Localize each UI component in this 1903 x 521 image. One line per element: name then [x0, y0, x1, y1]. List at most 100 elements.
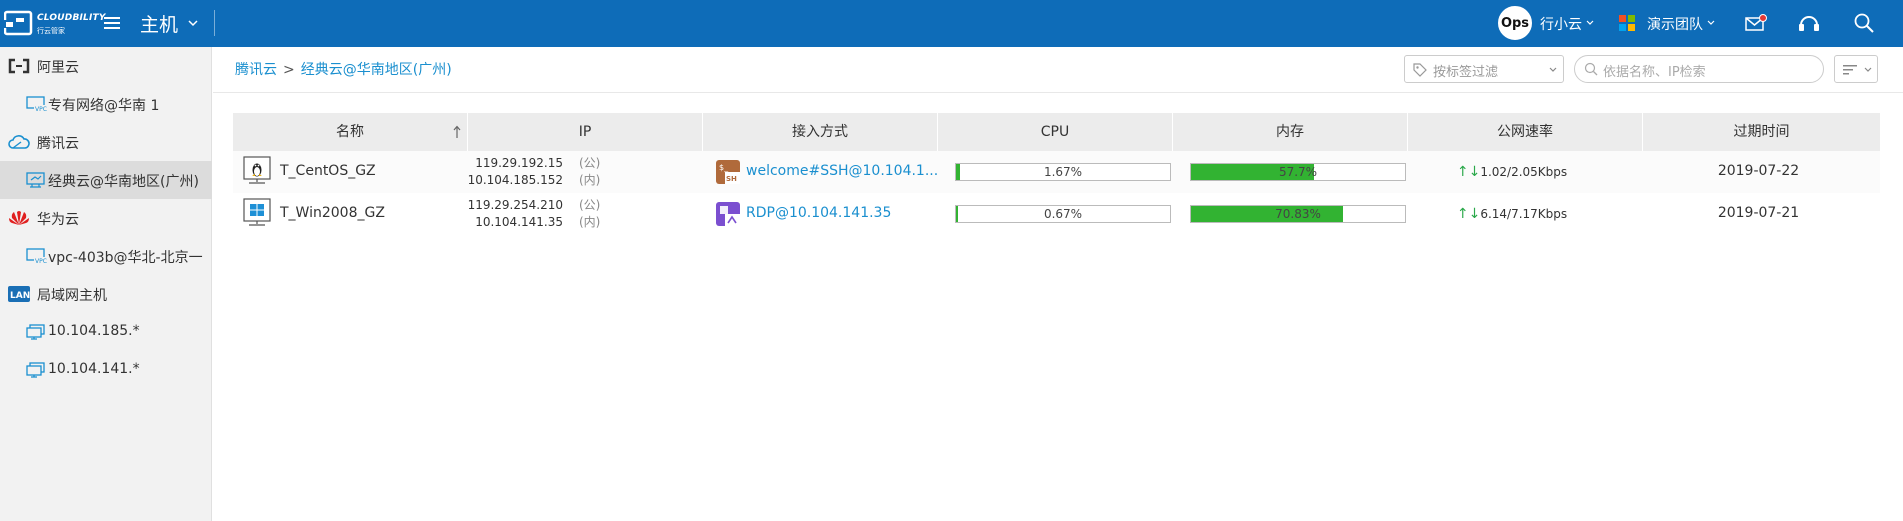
main-content: 腾讯云 > 经典云@华南地区(广州) 按标签过滤 依据名称、IP检索 名称 IP…	[213, 47, 1903, 521]
search-input[interactable]: 依据名称、IP检索	[1574, 55, 1824, 83]
team-menu[interactable]: 演示团队	[1647, 14, 1703, 34]
tag-filter-select[interactable]: 按标签过滤	[1404, 55, 1564, 83]
monitor-icon	[26, 362, 45, 378]
breadcrumb-provider[interactable]: 腾讯云	[235, 62, 277, 78]
search-icon	[1584, 62, 1598, 76]
sidebar: 阿里云 VPC 专有网络@华南 1 腾讯云 经典云@华南地区(广州) 华为云 V…	[0, 47, 212, 521]
sidebar-item-tencent[interactable]: 腾讯云	[0, 123, 212, 161]
sidebar-item-vpc-huanan[interactable]: VPC 专有网络@华南 1	[0, 85, 212, 123]
content-divider	[213, 92, 1903, 93]
column-header-cpu[interactable]: CPU	[938, 113, 1173, 151]
huawei-icon	[9, 211, 29, 225]
memory-usage-bar: 70.83%	[1190, 205, 1406, 223]
sort-lines-icon	[1843, 65, 1857, 75]
ip-public: 119.29.192.15	[475, 156, 563, 170]
mail-icon[interactable]	[1745, 14, 1767, 32]
svg-text:VPC: VPC	[35, 258, 47, 264]
user-menu[interactable]: 行小云	[1540, 14, 1582, 34]
column-header-access[interactable]: 接入方式	[703, 113, 938, 151]
tag-filter-label: 按标签过滤	[1433, 65, 1499, 80]
chevron-down-icon[interactable]	[1586, 19, 1594, 27]
sidebar-item-huawei[interactable]: 华为云	[0, 199, 212, 237]
logo-brand: CLOUDBILITY	[37, 13, 106, 23]
memory-usage-bar: 57.7%	[1190, 163, 1406, 181]
cpu-usage-text: 1.67%	[1043, 165, 1083, 179]
sidebar-item-lan-185[interactable]: 10.104.185.*	[0, 313, 212, 351]
logo[interactable]: CLOUDBILITY 行云管家	[4, 7, 105, 39]
table-row[interactable]: T_Win2008_GZ 119.29.254.210 (公) 10.104.1…	[233, 193, 1880, 235]
avatar[interactable]: Ops	[1498, 6, 1532, 40]
ssh-icon: $_ SH	[716, 160, 740, 184]
aliyun-icon	[8, 58, 30, 74]
headset-icon[interactable]	[1797, 12, 1821, 34]
memory-usage-text: 57.7%	[1278, 165, 1318, 179]
sidebar-item-vpc-beijing[interactable]: VPC vpc-403b@华北-北京一	[0, 237, 212, 275]
column-header-ip[interactable]: IP	[468, 113, 703, 151]
column-header-name[interactable]: 名称	[233, 113, 468, 151]
cpu-usage-bar: 0.67%	[955, 205, 1171, 223]
svg-text:LAN: LAN	[10, 291, 30, 301]
team-icon	[1619, 15, 1635, 31]
host-name[interactable]: T_Win2008_GZ	[280, 205, 385, 221]
svg-text:VPC: VPC	[35, 106, 47, 112]
ip-private-tag: (内)	[579, 215, 601, 229]
column-header-speed[interactable]: 公网速率	[1408, 113, 1643, 151]
sidebar-item-lan-141[interactable]: 10.104.141.*	[0, 351, 212, 389]
svg-text:$_: $_	[719, 163, 729, 172]
search-placeholder: 依据名称、IP检索	[1603, 65, 1706, 80]
chevron-down-icon[interactable]	[188, 18, 198, 28]
nav-title[interactable]: 主机	[140, 10, 178, 37]
chevron-down-icon	[1549, 67, 1557, 72]
vpc-icon: VPC	[26, 248, 47, 264]
tencent-cloud-icon	[8, 135, 30, 149]
host-name[interactable]: T_CentOS_GZ	[280, 163, 376, 179]
expire-date: 2019-07-21	[1717, 205, 1800, 221]
memory-usage-text: 70.83%	[1275, 207, 1321, 221]
top-bar: CLOUDBILITY 行云管家 主机 Ops 行小云 演示团队	[0, 0, 1903, 47]
breadcrumb: 腾讯云 > 经典云@华南地区(广州)	[235, 59, 452, 79]
sidebar-item-label: 华为云	[37, 212, 79, 228]
sort-button[interactable]	[1834, 55, 1878, 83]
breadcrumb-region[interactable]: 经典云@华南地区(广州)	[301, 62, 452, 78]
ip-public-tag: (公)	[579, 156, 601, 170]
table-row[interactable]: T_CentOS_GZ 119.29.192.15 (公) 10.104.185…	[233, 151, 1880, 193]
sidebar-item-label: 腾讯云	[37, 136, 79, 152]
logo-subtitle: 行云管家	[37, 27, 65, 35]
cpu-usage-bar: 1.67%	[955, 163, 1171, 181]
classic-cloud-icon	[26, 172, 45, 188]
ssh-access-link[interactable]: welcome#SSH@10.104.1...	[746, 163, 938, 179]
tag-icon	[1413, 63, 1427, 77]
ip-private: 10.104.185.152	[467, 173, 563, 187]
up-down-arrows-icon: ↑↓	[1456, 164, 1481, 180]
ip-private: 10.104.141.35	[475, 215, 563, 229]
ip-public: 119.29.254.210	[467, 198, 563, 212]
linux-icon	[243, 156, 271, 184]
chevron-down-icon	[1864, 67, 1872, 72]
breadcrumb-separator: >	[283, 62, 295, 78]
network-speed: ↑↓6.14/7.17Kbps	[1405, 206, 1619, 222]
monitor-icon	[26, 324, 45, 340]
search-icon[interactable]	[1853, 12, 1875, 34]
sidebar-item-label: 局域网主机	[37, 288, 107, 304]
sort-ascending-icon[interactable]	[453, 125, 461, 139]
chevron-down-icon[interactable]	[1707, 19, 1715, 27]
lan-icon: LAN	[8, 286, 30, 302]
svg-text:SH: SH	[726, 175, 737, 183]
network-speed: ↑↓1.02/2.05Kbps	[1405, 164, 1619, 180]
rdp-access-link[interactable]: RDP@10.104.141.35	[746, 205, 891, 221]
sidebar-item-lan[interactable]: LAN 局域网主机	[0, 275, 212, 313]
sidebar-item-label: 专有网络@华南 1	[48, 98, 160, 114]
sidebar-item-label: 10.104.185.*	[48, 323, 140, 339]
sidebar-item-label: 经典云@华南地区(广州)	[48, 174, 199, 190]
speed-value: 1.02/2.05Kbps	[1480, 165, 1568, 179]
column-header-memory[interactable]: 内存	[1173, 113, 1408, 151]
up-down-arrows-icon: ↑↓	[1456, 206, 1481, 222]
cpu-usage-text: 0.67%	[1043, 207, 1083, 221]
vpc-icon: VPC	[26, 96, 47, 112]
table-header: 名称 IP 接入方式 CPU 内存 公网速率 过期时间	[233, 113, 1880, 151]
column-header-expire[interactable]: 过期时间	[1643, 113, 1880, 151]
sidebar-item-classic-guangzhou[interactable]: 经典云@华南地区(广州)	[0, 161, 212, 199]
hamburger-menu-icon[interactable]	[103, 14, 121, 32]
sidebar-item-aliyun[interactable]: 阿里云	[0, 47, 212, 85]
sidebar-item-label: 阿里云	[37, 60, 79, 76]
